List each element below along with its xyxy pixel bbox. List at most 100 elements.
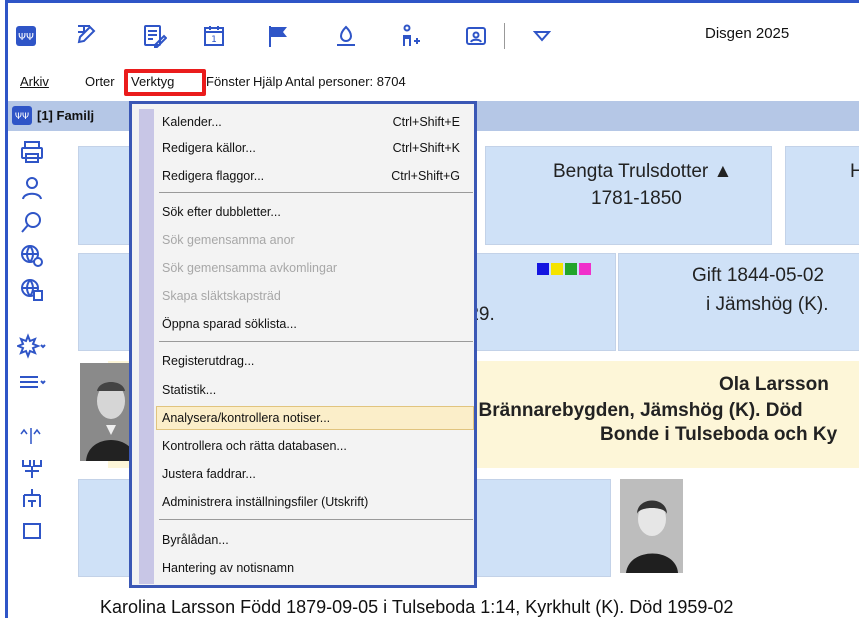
menu-item-redigera-flaggor-label: Redigera flaggor... (162, 169, 265, 183)
person-box-right[interactable]: Hå (785, 146, 859, 245)
menu-item-notisnamn[interactable]: Hantering av notisnamn (162, 556, 470, 580)
flag-marker-pink (579, 263, 591, 275)
person-count: Antal personer: 8704 (285, 74, 406, 89)
bengta-name: Bengta Trulsdotter ▲ (553, 161, 733, 182)
menu-item-kalender-shortcut: Ctrl+Shift+E (392, 115, 460, 129)
menu-item-analysera-label: Analysera/kontrollera notiser... (162, 411, 331, 425)
app-title: Disgen 2025 (705, 25, 790, 42)
svg-text:ΨΨ: ΨΨ (18, 32, 34, 43)
menu-item-oppna-soklista[interactable]: Öppna sparad söklista... (162, 312, 470, 336)
ola-name: Ola Larsson (719, 374, 829, 395)
menu-item-installningsfiler[interactable]: Administrera inställningsfiler (Utskrift… (162, 490, 470, 514)
flag-marker-yellow (551, 263, 563, 275)
menu-item-kontrollera-databasen[interactable]: Kontrollera och rätta databasen... (162, 434, 470, 458)
svg-text:1: 1 (211, 35, 217, 45)
menu-fonster[interactable]: Fönster (206, 74, 250, 89)
web-settings-icon[interactable] (16, 241, 48, 271)
flag-icon[interactable] (260, 19, 296, 53)
karolina-portrait[interactable] (620, 479, 683, 573)
menu-item-byraladan-label: Byrålådan... (162, 533, 229, 547)
marriage-date: Gift 1844-05-02 (692, 265, 825, 286)
tab-family[interactable]: [1] Familj (37, 108, 94, 123)
print-icon[interactable] (16, 137, 48, 167)
menu-arkiv-label: Arkiv (20, 74, 49, 89)
menu-item-byraladan[interactable]: Byrålådan... (162, 528, 470, 552)
menu-item-sok-anor: Sök gemensamma anor (162, 228, 470, 252)
flag-markers (537, 263, 591, 275)
menu-item-registerutdrag-label: Registerutdrag... (162, 354, 255, 368)
app-window: ΨΨ 1 Disgen 2025 Arkiv Orter Verktyg Fön… (5, 0, 859, 618)
search-icon[interactable] (16, 207, 48, 237)
toolbar: ΨΨ 1 Disgen 2025 (8, 3, 859, 65)
flag-marker-blue (537, 263, 549, 275)
menu-item-statistik-label: Statistik... (162, 383, 217, 397)
edit-person-icon[interactable] (68, 19, 104, 53)
menu-item-redigera-flaggor-shortcut: Ctrl+Shift+G (391, 169, 460, 183)
menu-item-registerutdrag[interactable]: Registerutdrag... (162, 349, 470, 373)
menu-orter[interactable]: Orter (85, 74, 115, 89)
ola-birth-line: i Brännarebygden, Jämshög (K). Död (468, 400, 803, 421)
menu-item-kalender[interactable]: Kalender... Ctrl+Shift+E (162, 110, 470, 134)
menu-item-justera-faddrar-label: Justera faddrar... (162, 467, 256, 481)
menu-item-sok-dubbletter[interactable]: Sök efter dubbletter... (162, 200, 470, 224)
menu-item-analysera[interactable]: Analysera/kontrollera notiser... (162, 406, 470, 430)
menu-item-redigera-kallor-label: Redigera källor... (162, 141, 256, 155)
flag-marker-green (565, 263, 577, 275)
menu-item-oppna-soklista-label: Öppna sparad söklista... (162, 317, 297, 331)
ancestors-icon[interactable] (16, 483, 48, 513)
menu-verktyg[interactable]: Verktyg (130, 74, 176, 89)
menu-item-redigera-flaggor[interactable]: Redigera flaggor... Ctrl+Shift+G (162, 164, 470, 188)
contact-card-icon[interactable] (458, 19, 494, 53)
menu-item-slaktskapstrad: Skapa släktskapsträd (162, 284, 470, 308)
person-box-bengta[interactable]: Bengta Trulsdotter ▲ 1781-1850 (485, 146, 772, 245)
edit-note-icon[interactable] (136, 19, 172, 53)
tree-options-icon[interactable] (16, 331, 48, 361)
menu-orter-label: Orter (85, 74, 115, 89)
menu-item-redigera-kallor-shortcut: Ctrl+Shift+K (392, 141, 460, 155)
web-document-icon[interactable] (16, 275, 48, 305)
menu-hjalp[interactable]: Hjälp (253, 74, 283, 89)
menu-fonster-label: Fönster (206, 74, 251, 89)
menu-verktyg-label: Verktyg (131, 74, 175, 89)
ola-occupation-line: Bonde i Tulseboda och Ky (600, 424, 838, 445)
menu-item-sok-avkomlingar: Sök gemensamma avkomlingar (162, 256, 470, 280)
menu-item-sok-anor-label: Sök gemensamma anor (162, 233, 295, 247)
marriage-box-right[interactable]: Gift 1844-05-02 i Jämshög (K). (618, 253, 859, 351)
menu-item-kalender-label: Kalender... (162, 115, 222, 129)
menu-item-notisnamn-label: Hantering av notisnamn (162, 561, 295, 575)
svg-text:ΨΨ: ΨΨ (15, 112, 29, 122)
menu-hjalp-label: Hjälp (253, 74, 283, 89)
right-partial-name: Hå (850, 161, 859, 183)
marriage-place: i Jämshög (K). (706, 294, 829, 315)
bengta-years: 1781-1850 (591, 188, 682, 209)
karolina-line: Karolina Larsson Född 1879-09-05 i Tulse… (100, 597, 734, 617)
descendants-icon[interactable] (16, 453, 48, 483)
toolbar-overflow-chevron-icon[interactable] (524, 19, 560, 53)
misc-icon[interactable] (16, 515, 48, 545)
calendar-icon[interactable]: 1 (196, 19, 232, 53)
menu-item-sok-avkomlingar-label: Sök gemensamma avkomlingar (162, 261, 338, 275)
menu-arkiv[interactable]: Arkiv (20, 74, 49, 89)
left-toolbar (8, 131, 60, 618)
menu-item-justera-faddrar[interactable]: Justera faddrar... (162, 462, 470, 486)
toolbar-separator (498, 19, 512, 53)
menu-item-installningsfiler-label: Administrera inställningsfiler (Utskrift… (162, 495, 369, 509)
menu-item-sok-dubbletter-label: Sök efter dubbletter... (162, 205, 281, 219)
add-person-icon[interactable] (392, 19, 428, 53)
family-tab-icon: ΨΨ (12, 106, 32, 125)
menubar: Arkiv Orter Verktyg Fönster Hjälp Antal … (8, 65, 859, 97)
menu-icon-strip (139, 109, 154, 584)
location-icon[interactable] (328, 19, 364, 53)
menu-separator (159, 192, 473, 193)
menu-item-kontrollera-databasen-label: Kontrollera och rätta databasen... (162, 439, 347, 453)
menu-separator (159, 519, 473, 520)
list-menu-icon[interactable] (16, 367, 48, 397)
person-icon[interactable] (16, 173, 48, 203)
disgen-logo-icon[interactable]: ΨΨ (8, 19, 44, 53)
menu-item-slaktskapstrad-label: Skapa släktskapsträd (162, 289, 281, 303)
menu-item-statistik[interactable]: Statistik... (162, 378, 470, 402)
verktyg-dropdown-menu: Kalender... Ctrl+Shift+E Redigera källor… (129, 101, 477, 588)
menu-item-redigera-kallor[interactable]: Redigera källor... Ctrl+Shift+K (162, 136, 470, 160)
menu-separator (159, 341, 473, 342)
pedigree-icon[interactable] (16, 421, 48, 451)
